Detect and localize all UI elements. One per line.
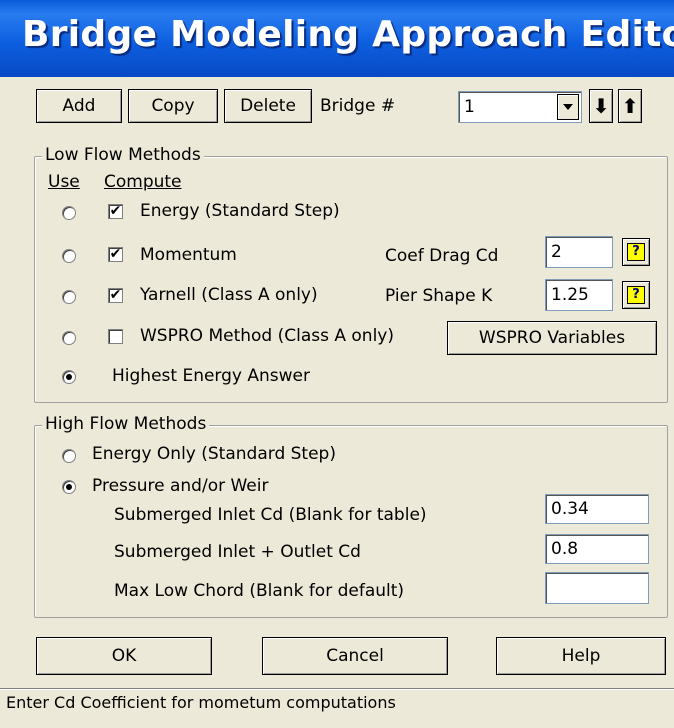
window-title: Bridge Modeling Approach Editor: [22, 14, 674, 55]
energy-method-label: Energy (Standard Step): [140, 201, 340, 221]
compute-momentum-checkbox[interactable]: ✔: [108, 247, 123, 262]
pier-shape-input[interactable]: 1.25: [545, 279, 613, 311]
compute-yarnell-checkbox[interactable]: ✔: [108, 288, 123, 303]
use-yarnell-radio[interactable]: [62, 290, 76, 304]
coef-drag-label: Coef Drag Cd: [385, 246, 499, 266]
compute-energy-checkbox[interactable]: ✔: [108, 204, 123, 219]
max-low-chord-label: Max Low Chord (Blank for default): [114, 581, 405, 601]
dropdown-arrow-button[interactable]: [557, 94, 579, 120]
chevron-down-icon: [563, 104, 573, 110]
status-bar: Enter Cd Coefficient for mometum computa…: [0, 688, 674, 716]
add-button[interactable]: Add: [36, 89, 122, 123]
max-low-chord-input[interactable]: [545, 572, 649, 604]
highest-energy-radio[interactable]: [62, 370, 76, 384]
coef-drag-input[interactable]: 2: [545, 236, 613, 268]
pressure-weir-radio[interactable]: [62, 480, 76, 494]
status-text: Enter Cd Coefficient for mometum computa…: [6, 693, 396, 712]
use-column-header: Use: [48, 172, 80, 192]
use-momentum-radio[interactable]: [62, 249, 76, 263]
momentum-method-label: Momentum: [140, 245, 237, 265]
compute-column-header: Compute: [104, 172, 182, 192]
move-down-button[interactable]: ⬇: [589, 89, 613, 123]
ok-button[interactable]: OK: [36, 637, 212, 675]
delete-button[interactable]: Delete: [224, 89, 312, 123]
high-flow-title: High Flow Methods: [42, 414, 210, 434]
title-bar: Bridge Modeling Approach Editor: [0, 0, 674, 77]
yarnell-method-label: Yarnell (Class A only): [140, 285, 318, 305]
down-arrow-icon: ⬇: [592, 94, 610, 118]
help-button[interactable]: Help: [496, 637, 666, 675]
coef-drag-help-button[interactable]: ?: [622, 238, 650, 266]
help-icon: ?: [627, 243, 645, 261]
energy-only-label: Energy Only (Standard Step): [92, 444, 336, 464]
energy-only-radio[interactable]: [62, 449, 76, 463]
pier-shape-help-button[interactable]: ?: [622, 281, 650, 309]
submerged-inlet-input[interactable]: 0.34: [545, 494, 649, 524]
pier-shape-label: Pier Shape K: [385, 286, 493, 306]
use-wspro-radio[interactable]: [62, 331, 76, 345]
cancel-button[interactable]: Cancel: [262, 637, 448, 675]
pressure-weir-label: Pressure and/or Weir: [92, 476, 269, 496]
copy-button[interactable]: Copy: [128, 89, 218, 123]
up-arrow-icon: ⬆: [621, 94, 639, 118]
bridge-number-select[interactable]: 1: [458, 91, 582, 123]
compute-wspro-checkbox[interactable]: [108, 329, 123, 344]
submerged-outlet-input[interactable]: 0.8: [545, 534, 649, 564]
low-flow-title: Low Flow Methods: [42, 145, 204, 165]
wspro-variables-button[interactable]: WSPRO Variables: [447, 321, 657, 355]
use-energy-radio[interactable]: [62, 206, 76, 220]
bridge-number-label: Bridge #: [320, 96, 396, 116]
submerged-outlet-label: Submerged Inlet + Outlet Cd: [114, 542, 361, 562]
highest-energy-label: Highest Energy Answer: [112, 366, 310, 386]
bridge-number-value: 1: [464, 97, 475, 117]
help-icon: ?: [627, 286, 645, 304]
submerged-inlet-label: Submerged Inlet Cd (Blank for table): [114, 505, 427, 525]
move-up-button[interactable]: ⬆: [618, 89, 642, 123]
wspro-method-label: WSPRO Method (Class A only): [140, 326, 394, 346]
